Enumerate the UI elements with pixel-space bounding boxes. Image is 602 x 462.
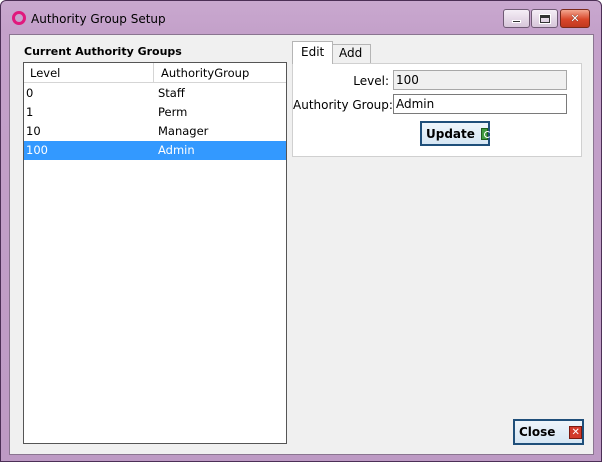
close-button-label: Close <box>519 425 556 439</box>
level-field[interactable] <box>393 70 567 90</box>
update-button[interactable]: Update <box>420 121 492 146</box>
minimize-button[interactable] <box>503 9 530 28</box>
list-row[interactable]: 1 Perm <box>24 103 286 122</box>
minimize-icon <box>512 20 521 23</box>
client-area: Current Authority Groups Level Authority… <box>9 34 594 455</box>
row-level: 100 <box>26 143 48 157</box>
row-group: Admin <box>158 143 195 157</box>
list-row-selected[interactable]: 100 Admin <box>24 141 286 160</box>
list-row[interactable]: 0 Staff <box>24 84 286 103</box>
column-header-level[interactable]: Level <box>24 63 154 83</box>
maximize-icon <box>539 14 550 23</box>
close-x-icon: ✕ <box>569 425 582 439</box>
row-level: 1 <box>26 105 34 119</box>
tab-edit[interactable]: Edit <box>292 41 334 64</box>
row-group: Staff <box>158 86 185 100</box>
refresh-icon <box>480 127 492 140</box>
tab-add[interactable]: Add <box>330 44 372 63</box>
title-bar[interactable]: Authority Group Setup ✕ <box>1 1 601 34</box>
column-header-authority-group[interactable]: AuthorityGroup <box>155 63 286 83</box>
app-window: Authority Group Setup ✕ Current Authorit… <box>0 0 602 462</box>
row-group: Perm <box>158 105 188 119</box>
authority-group-field[interactable] <box>393 94 567 114</box>
row-level: 10 <box>26 124 41 138</box>
level-label: Level: <box>353 74 389 88</box>
close-button[interactable]: Close ✕ <box>513 419 584 445</box>
row-level: 0 <box>26 86 34 100</box>
authority-group-label: Authority Group: <box>293 98 393 112</box>
maximize-button[interactable] <box>531 9 558 28</box>
list-header: Level AuthorityGroup <box>24 63 286 83</box>
update-button-label: Update <box>426 126 475 141</box>
row-group: Manager <box>158 124 209 138</box>
close-window-button[interactable]: ✕ <box>560 9 590 28</box>
list-row[interactable]: 10 Manager <box>24 122 286 141</box>
edit-tab-panel: Level: Authority Group: Update <box>292 63 582 157</box>
close-icon: ✕ <box>570 12 580 25</box>
authority-groups-list[interactable]: Level AuthorityGroup 0 Staff 1 Perm 10 M… <box>23 62 287 444</box>
app-ring-icon <box>12 11 26 25</box>
groups-list-label: Current Authority Groups <box>24 45 182 58</box>
window-title: Authority Group Setup <box>31 12 166 26</box>
